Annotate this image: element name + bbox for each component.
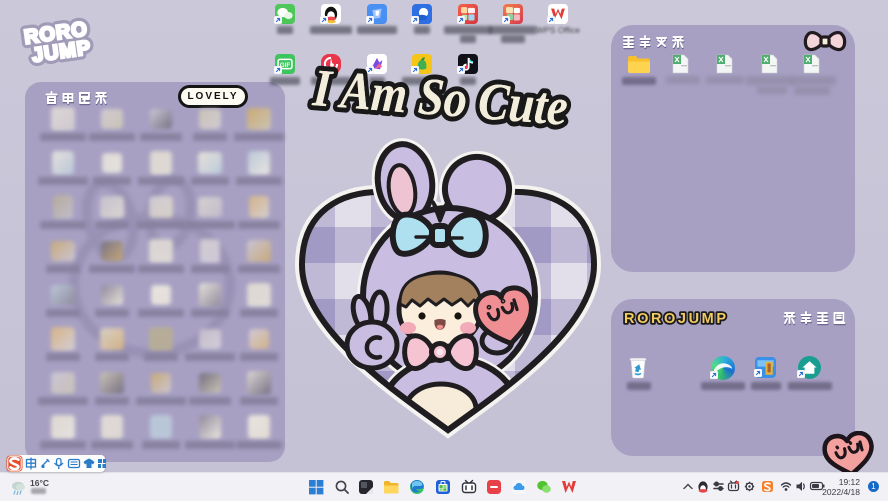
svg-text:I Am So Cute: I Am So Cute	[310, 59, 570, 137]
svg-text:ROROJUMP: ROROJUMP	[624, 311, 729, 327]
